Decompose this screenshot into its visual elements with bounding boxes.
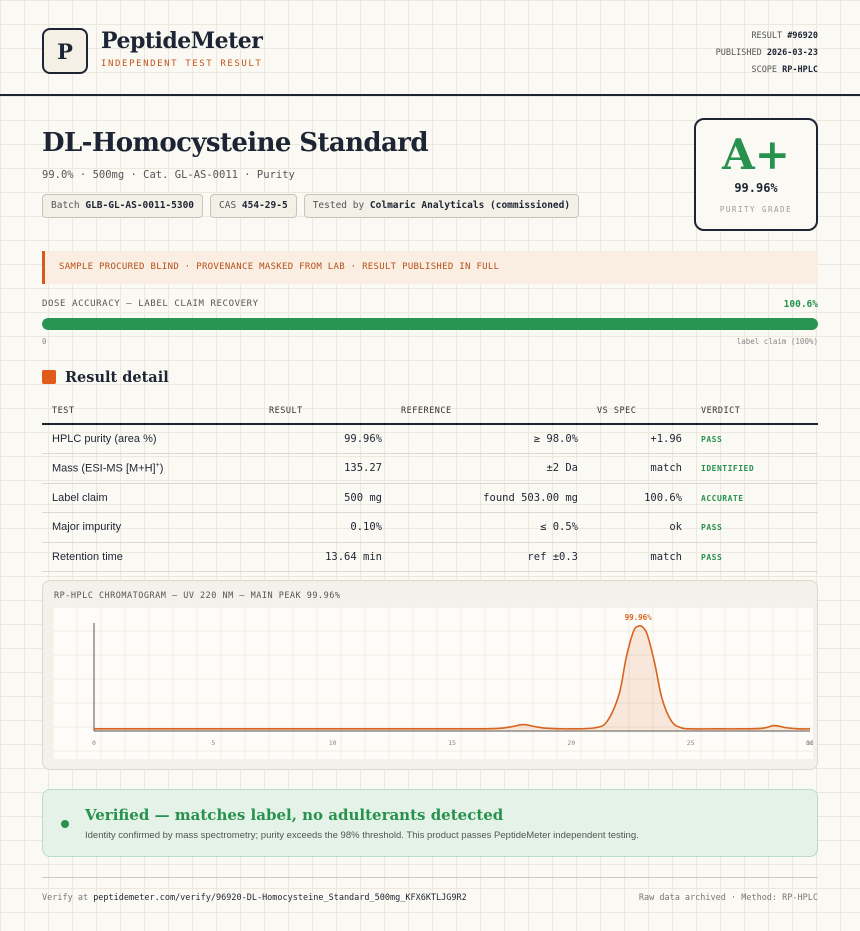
verify-link[interactable]: peptidemeter.com/verify/96920-DL-Homocys… — [93, 893, 467, 903]
cell-reference: ±2 Da — [546, 462, 578, 475]
cell-verdict: PASS — [701, 552, 723, 562]
tested-value: Colmaric Analyticals (commissioned) — [369, 200, 571, 211]
grade-label: PURITY GRADE — [719, 205, 793, 214]
section-marker-icon — [42, 370, 56, 384]
result-meta: RESULT #96920 PUBLISHED 2026-03-23 SCOPE… — [716, 28, 818, 79]
cell-test: Mass (ESI-MS [M+H]+) — [52, 462, 163, 475]
x-unit-label: min — [806, 739, 813, 747]
cell-verdict: PASS — [701, 435, 723, 444]
x-tick-label: 15 — [448, 739, 456, 747]
cell-result: 99.96% — [344, 433, 382, 445]
brand-name: PeptideMeter — [101, 28, 263, 54]
chart-title: RP-HPLC CHROMATOGRAM — UV 220 NM — MAIN … — [54, 591, 341, 601]
x-tick-label: 20 — [567, 739, 575, 747]
cell-vs-spec: 100.6% — [644, 491, 682, 504]
purity-grade-card: A+ 99.96% PURITY GRADE — [694, 118, 818, 231]
dose-progress-fill — [42, 318, 818, 330]
cell-result: 500 mg — [344, 491, 382, 504]
cell-test: Major impurity — [52, 521, 122, 534]
th-vs-spec: VS SPEC — [597, 406, 637, 416]
result-label: RESULT — [751, 31, 783, 41]
chromatogram-panel: RP-HPLC CHROMATOGRAM — UV 220 NM — MAIN … — [42, 580, 818, 770]
grade-percent: 99.96% — [734, 181, 778, 195]
logo: P — [42, 28, 88, 74]
tested-by-chip: Tested by Colmaric Analyticals (commissi… — [303, 194, 580, 218]
footer-verify: Verify at peptidemeter.com/verify/96920-… — [42, 893, 467, 903]
verified-title: Verified — matches label, no adulterants… — [85, 806, 504, 824]
x-tick-label: 10 — [329, 739, 337, 747]
verified-dot-icon — [61, 820, 69, 828]
table-row: Major impurity 0.10% ≤ 0.5% ok PASS — [42, 513, 818, 543]
dose-max-label: label claim (100%) — [736, 337, 818, 346]
footer-method: Raw data archived · Method: RP-HPLC — [638, 893, 818, 903]
dose-value: 100.6% — [783, 299, 818, 310]
peak-label: 99.96% — [625, 613, 653, 622]
published-date: 2026-03-23 — [766, 48, 818, 58]
table-row: Mass (ESI-MS [M+H]+) 135.27 ±2 Da match … — [42, 454, 818, 484]
cell-reference: found 503.00 mg — [483, 491, 578, 504]
dose-progress-bar — [42, 318, 818, 330]
table-row: Retention time 13.64 min ref ±0.3 match … — [42, 543, 818, 572]
cell-vs-spec: +1.96 — [650, 433, 682, 445]
cell-verdict: PASS — [701, 523, 723, 533]
cell-test: Label claim — [52, 491, 108, 504]
cell-verdict: IDENTIFIED — [701, 464, 755, 474]
result-table: TEST RESULT REFERENCE VS SPEC VERDICT HP… — [42, 398, 818, 572]
cell-vs-spec: match — [650, 550, 682, 563]
tested-label: Tested by — [312, 200, 365, 211]
batch-label: Batch — [51, 200, 80, 211]
x-tick-label: 5 — [211, 739, 215, 747]
dose-min-label: 0 — [42, 337, 47, 346]
th-test: TEST — [52, 406, 75, 416]
cell-reference: ≥ 98.0% — [533, 433, 578, 445]
product-title: DL-Homocysteine Standard — [42, 128, 429, 158]
x-tick-label: 25 — [687, 739, 695, 747]
scope-value: RP-HPLC — [782, 65, 818, 75]
cell-result: 13.64 min — [325, 550, 382, 563]
cas-value: 454-29-5 — [241, 200, 288, 211]
brand-tagline: INDEPENDENT TEST RESULT — [101, 59, 263, 69]
verified-text: Identity confirmed by mass spectrometry;… — [85, 830, 639, 841]
section-title: Result detail — [65, 369, 169, 386]
scope-label: SCOPE — [751, 65, 778, 75]
x-tick-label: 0 — [92, 739, 96, 747]
cell-vs-spec: match — [650, 462, 682, 475]
footer-divider — [42, 877, 818, 878]
header: P PeptideMeter INDEPENDENT TEST RESULT R… — [0, 0, 860, 96]
verify-label: Verify at — [42, 893, 89, 903]
th-result: RESULT — [269, 406, 303, 416]
product-subtitle: 99.0% · 500mg · Cat. GL-AS-0011 · Purity — [42, 169, 295, 181]
table-row: HPLC purity (area %) 99.96% ≥ 98.0% +1.9… — [42, 425, 818, 455]
cell-verdict: ACCURATE — [701, 493, 744, 503]
grade-letter: A+ — [722, 130, 790, 179]
batch-chip: Batch GLB-GL-AS-0011-5300 — [42, 194, 204, 218]
cell-test: HPLC purity (area %) — [52, 433, 157, 445]
result-id: #96920 — [787, 31, 818, 41]
table-header: TEST RESULT REFERENCE VS SPEC VERDICT — [42, 398, 818, 425]
product-chips: Batch GLB-GL-AS-0011-5300 CAS 454-29-5 T… — [42, 194, 580, 218]
cas-label: CAS — [219, 200, 237, 211]
cell-test: Retention time — [52, 550, 123, 563]
cell-reference: ≤ 0.5% — [540, 521, 578, 534]
th-verdict: VERDICT — [701, 406, 741, 416]
chromatogram-chart: 051015202530min99.96% — [53, 607, 813, 759]
cell-test-end: ) — [159, 463, 164, 476]
published-label: PUBLISHED — [715, 48, 762, 58]
cell-vs-spec: ok — [669, 521, 682, 534]
cell-result: 0.10% — [350, 521, 382, 534]
cell-test-text: Mass (ESI-MS [M+H] — [52, 463, 156, 476]
dose-label: DOSE ACCURACY — LABEL CLAIM RECOVERY — [42, 299, 259, 309]
batch-value: GLB-GL-AS-0011-5300 — [85, 200, 195, 211]
cell-reference: ref ±0.3 — [527, 550, 578, 563]
blind-notice: SAMPLE PROCURED BLIND · PROVENANCE MASKE… — [42, 251, 818, 284]
cas-chip: CAS 454-29-5 — [210, 194, 297, 218]
table-row: Label claim 500 mg found 503.00 mg 100.6… — [42, 484, 818, 514]
cell-result: 135.27 — [344, 462, 382, 475]
verified-banner: Verified — matches label, no adulterants… — [42, 789, 818, 857]
plot-background — [53, 607, 813, 759]
th-reference: REFERENCE — [401, 406, 452, 416]
